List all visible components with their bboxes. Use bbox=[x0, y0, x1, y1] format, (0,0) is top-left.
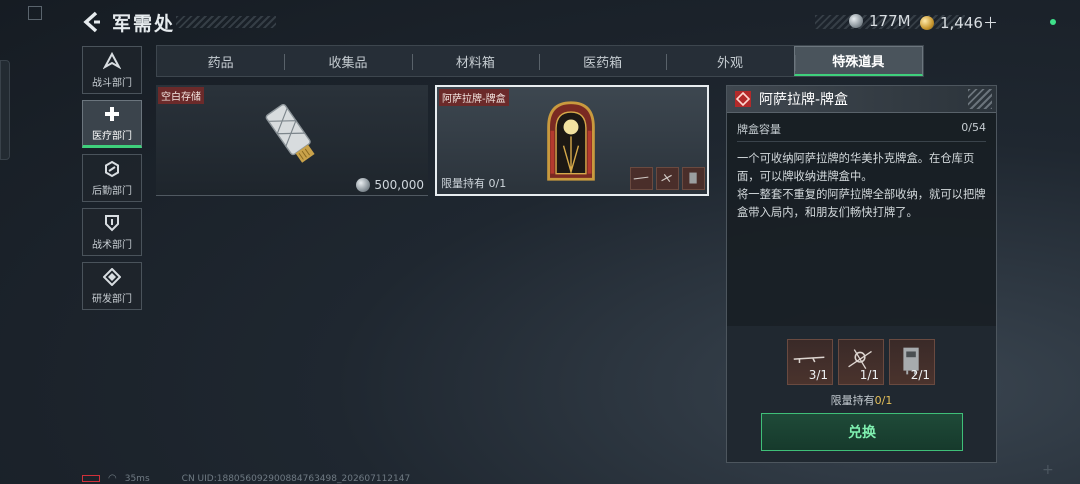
silver-currency: 177M bbox=[849, 12, 911, 30]
capacity-row: 牌盒容量 0/54 bbox=[737, 113, 986, 142]
sidebar-item-research[interactable]: 研发部门 bbox=[82, 262, 142, 310]
card-box-icon bbox=[547, 101, 595, 181]
usb-drive-icon bbox=[265, 103, 315, 163]
detail-header: 阿萨拉牌-牌盒 bbox=[727, 86, 996, 113]
cost-item-2[interactable]: 1/1 bbox=[838, 339, 884, 385]
description-paragraph-2: 将一整套不重复的阿萨拉牌全部收纳，就可以把牌盒带入局内，和朋友们畅快打牌了。 bbox=[737, 188, 986, 219]
sidebar-item-tactical[interactable]: 战术部门 bbox=[82, 208, 142, 256]
page-title: 军需处 bbox=[112, 13, 176, 35]
detail-title: 阿萨拉牌-牌盒 bbox=[759, 92, 849, 108]
gold-currency[interactable]: 1,446＋ bbox=[920, 12, 998, 33]
combat-icon bbox=[103, 51, 121, 69]
item-price-value: 500,000 bbox=[374, 178, 424, 192]
mini-parts-icon bbox=[656, 167, 679, 190]
hold-limit-label: 限量持有 bbox=[830, 394, 875, 407]
ping-value: 35ms bbox=[124, 473, 150, 484]
description-paragraph-1: 一个可收纳阿萨拉牌的华美扑克牌盒。在仓库页面，可以牌收纳进牌盒中。 bbox=[737, 152, 975, 183]
wifi-icon: ◠ bbox=[108, 473, 117, 484]
cost-item-count: 2/1 bbox=[910, 368, 930, 382]
sidebar-item-combat[interactable]: 战斗部门 bbox=[82, 46, 142, 94]
tactical-shield-icon bbox=[105, 214, 119, 231]
item-detail-panel: 阿萨拉牌-牌盒 牌盒容量 0/54 一个可收纳阿萨拉牌的华美扑克牌盒。在仓库页面… bbox=[726, 85, 997, 463]
battery-icon bbox=[82, 475, 100, 482]
silver-amount: 177M bbox=[869, 12, 911, 30]
sidebar-item-label: 研发部门 bbox=[92, 293, 132, 305]
item-limit: 限量持有 0/1 bbox=[441, 177, 507, 190]
sidebar-item-medical[interactable]: 医疗部门 bbox=[82, 100, 142, 148]
mini-device-icon bbox=[682, 167, 705, 190]
sidebar-item-label: 战斗部门 bbox=[92, 77, 132, 89]
corner-plus-icon: + bbox=[1042, 462, 1054, 478]
sidebar-item-logistics[interactable]: 后勤部门 bbox=[82, 154, 142, 202]
cost-item-count: 3/1 bbox=[808, 368, 828, 382]
item-rarity-icon bbox=[735, 91, 751, 107]
cost-item-1[interactable]: 3/1 bbox=[787, 339, 833, 385]
tab-medicine[interactable]: 药品 bbox=[157, 46, 284, 76]
left-edge-handle[interactable] bbox=[0, 60, 10, 160]
back-arrow-icon[interactable] bbox=[80, 10, 104, 34]
capacity-value: 0/54 bbox=[961, 121, 986, 134]
title-decoration bbox=[176, 16, 276, 28]
research-icon bbox=[103, 267, 121, 286]
department-sidebar: 战斗部门 医疗部门 后勤部门 战术部门 研发部门 bbox=[82, 46, 143, 316]
sidebar-item-label: 战术部门 bbox=[92, 239, 132, 251]
hold-limit: 限量持有0/1 bbox=[727, 392, 996, 408]
medical-cross-icon bbox=[105, 106, 119, 121]
sidebar-item-label: 医疗部门 bbox=[92, 130, 132, 142]
silver-coin-icon bbox=[356, 178, 371, 192]
mini-rifle-icon bbox=[630, 167, 653, 190]
item-card-card-box[interactable]: 阿萨拉牌-牌盒 限量持有 0/1 bbox=[435, 85, 709, 196]
gold-amount: 1,446＋ bbox=[940, 14, 998, 32]
tab-material-box[interactable]: 材料箱 bbox=[411, 46, 539, 76]
tab-collectibles[interactable]: 收集品 bbox=[284, 46, 411, 76]
cost-item-3[interactable]: 2/1 bbox=[889, 339, 935, 385]
exchange-button[interactable]: 兑换 bbox=[761, 413, 963, 451]
status-dot bbox=[1050, 19, 1056, 25]
logistics-icon bbox=[105, 160, 119, 177]
tab-special-items[interactable]: 特殊道具 bbox=[793, 46, 923, 76]
item-name-tag: 阿萨拉牌-牌盒 bbox=[439, 89, 509, 106]
uid-text: CN UID:18805609290088476349​8_2026071121… bbox=[181, 473, 411, 484]
tab-appearance[interactable]: 外观 bbox=[666, 46, 793, 76]
capacity-label: 牌盒容量 bbox=[737, 123, 781, 136]
gold-coin-icon bbox=[920, 15, 934, 30]
category-tabs: 药品 收集品 材料箱 医药箱 外观 特殊道具 bbox=[156, 45, 924, 77]
cost-item-count: 1/1 bbox=[859, 368, 879, 382]
status-footer: ◠ 35ms CN UID:18805609290088476349​8_202… bbox=[82, 473, 410, 484]
hold-limit-value: 0/1 bbox=[874, 394, 893, 407]
corner-frame-icon bbox=[28, 6, 42, 20]
tab-medical-box[interactable]: 医药箱 bbox=[538, 46, 666, 76]
silver-coin-icon bbox=[849, 14, 863, 28]
item-name-tag: 空白存储 bbox=[158, 87, 204, 104]
item-price: 500,000 bbox=[356, 178, 424, 192]
sidebar-item-label: 后勤部门 bbox=[92, 185, 132, 197]
item-card-blank-storage[interactable]: 空白存储 500,000 bbox=[156, 85, 428, 196]
header-decoration bbox=[968, 89, 992, 109]
item-description: 一个可收纳阿萨拉牌的华美扑克牌盒。在仓库页面，可以牌收纳进牌盒中。 将一整套不重… bbox=[727, 142, 996, 230]
